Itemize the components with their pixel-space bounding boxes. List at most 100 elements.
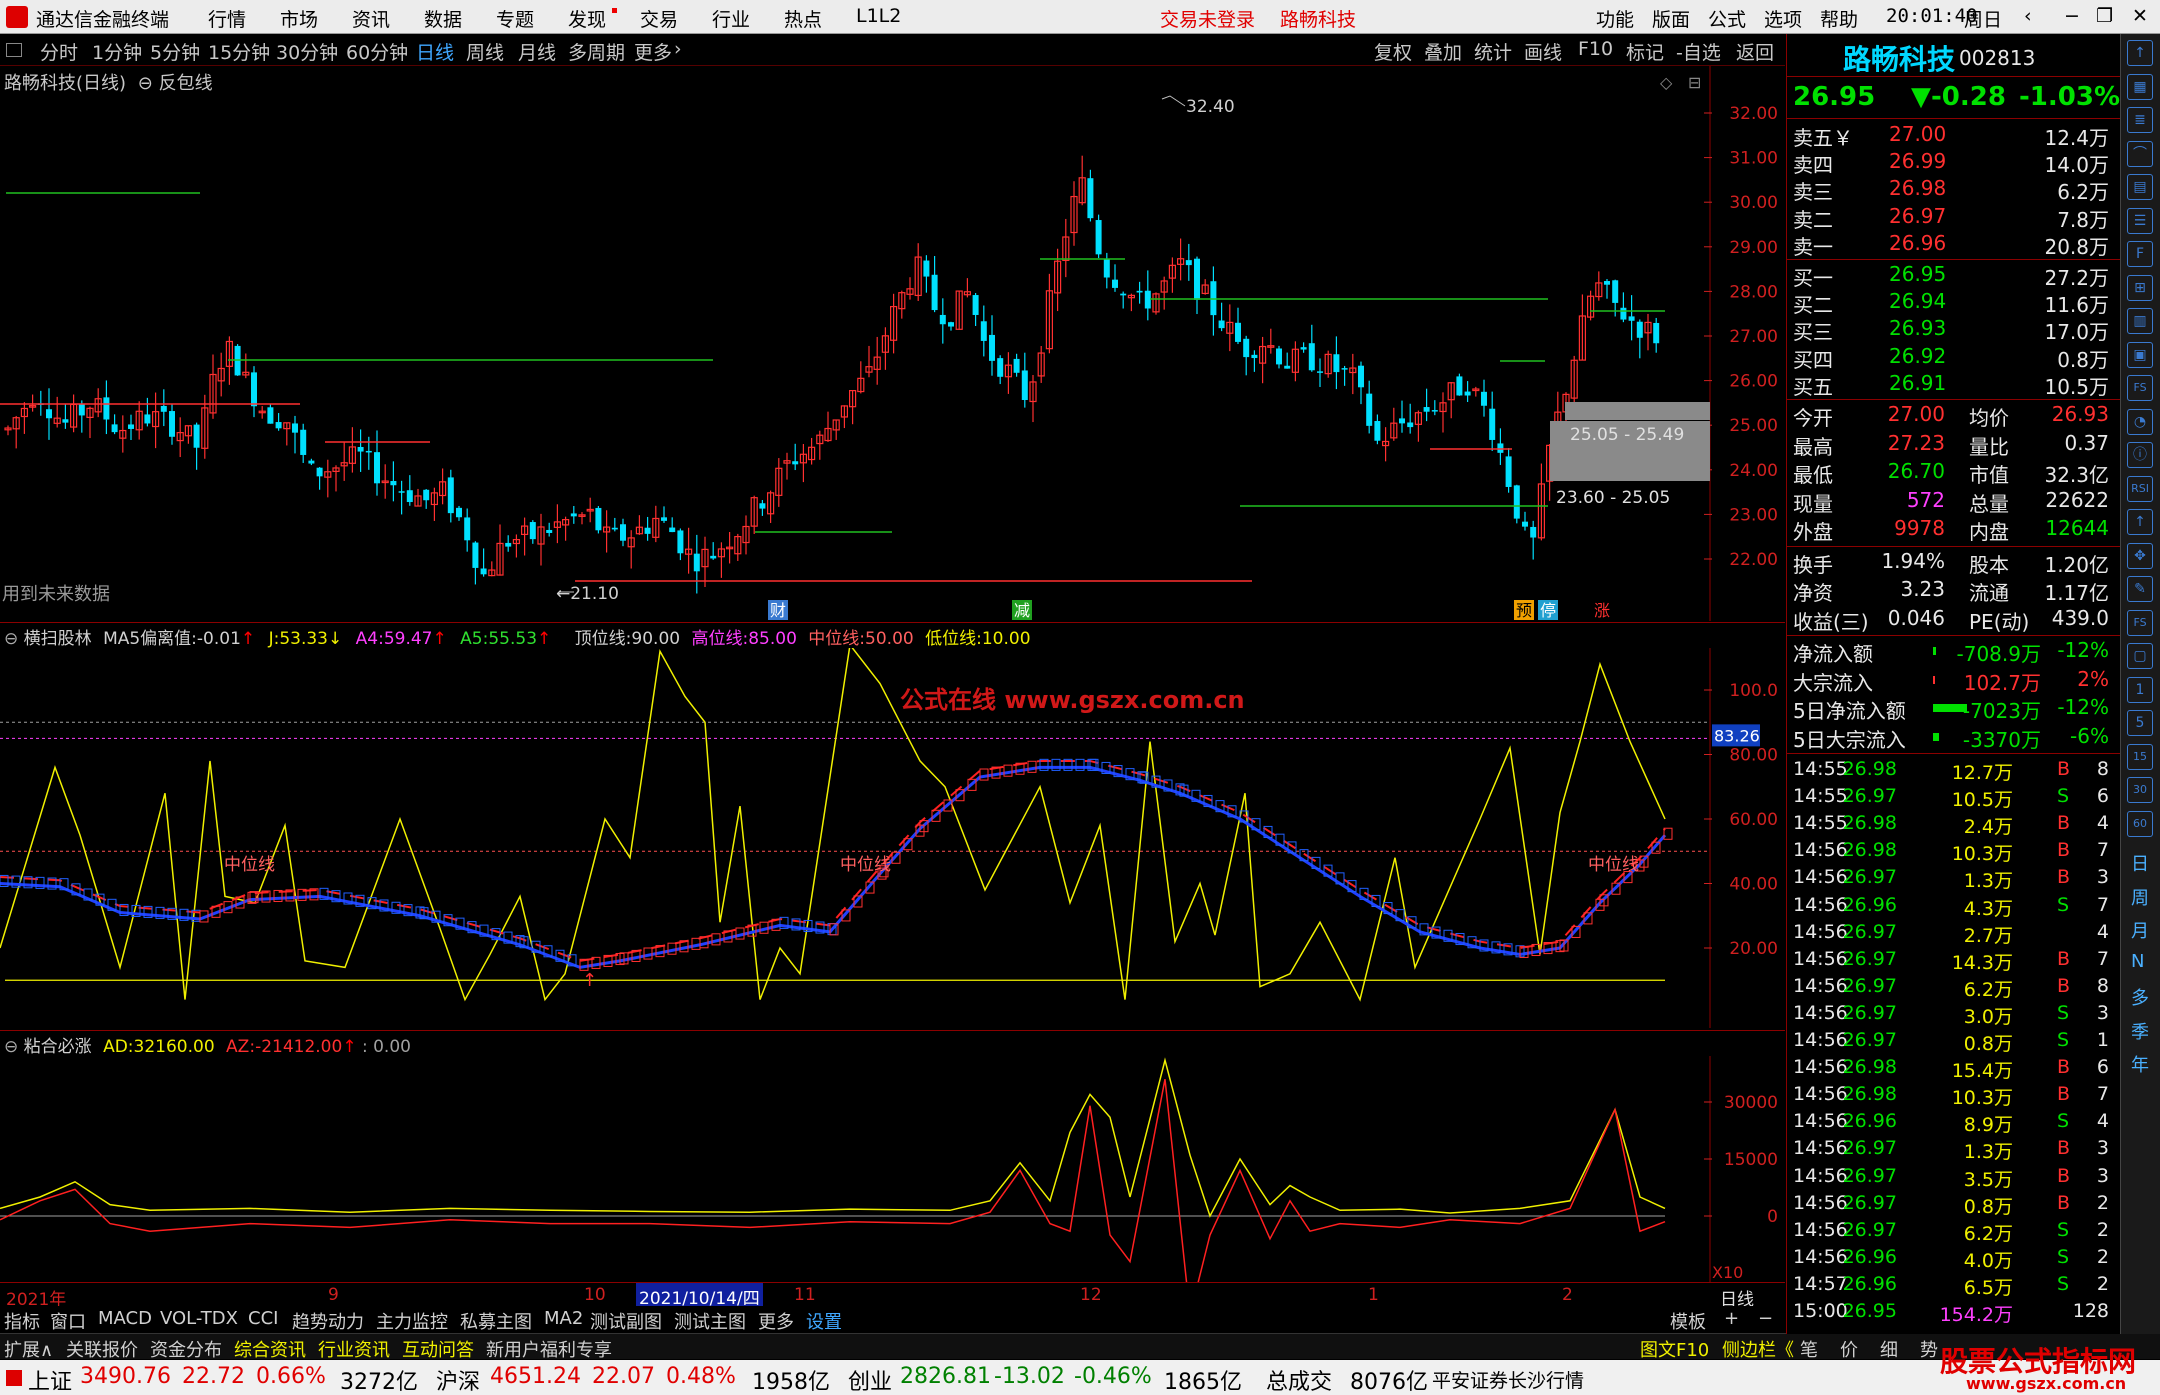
menu-帮助[interactable]: 帮助: [1820, 5, 1858, 32]
panel-toggle-icon[interactable]: [6, 43, 22, 57]
more-chevron-icon[interactable]: ›: [674, 38, 682, 60]
period-日线[interactable]: 日线: [416, 38, 454, 65]
trade-login-status[interactable]: 交易未登录: [1160, 5, 1255, 32]
main-candlestick-chart[interactable]: 32.00 31.00 30.00 29.00 28.00 27.00 26.00 25.00…: [0, 66, 1785, 621]
line-icon[interactable]: ⌒: [2127, 140, 2153, 167]
index-name-上证[interactable]: 上证: [28, 1364, 72, 1395]
fs-icon[interactable]: FS: [2127, 375, 2153, 401]
add-window-button[interactable]: +: [1724, 1308, 1739, 1329]
info-关联报价[interactable]: 关联报价: [66, 1336, 138, 1362]
period-30分钟[interactable]: 30分钟: [276, 38, 338, 65]
indicator2-name[interactable]: 粘合必涨: [24, 1037, 92, 1057]
menu-功能[interactable]: 功能: [1596, 5, 1634, 32]
grid-icon[interactable]: ▤: [2127, 174, 2153, 200]
tab-MA2[interactable]: MA2: [544, 1308, 583, 1329]
num5-icon[interactable]: 5: [2127, 710, 2153, 736]
clock-icon[interactable]: ◔: [2127, 408, 2153, 435]
tab-设置[interactable]: 设置: [806, 1308, 842, 1334]
period-5分钟[interactable]: 5分钟: [150, 38, 200, 65]
square-icon[interactable]: ▢: [2127, 643, 2153, 669]
sidebar-toggle[interactable]: 侧边栏《: [1722, 1336, 1794, 1362]
info-新用户福利[interactable]: 新用户福利专享: [486, 1336, 612, 1362]
tab-主力监控[interactable]: 主力监控: [376, 1308, 448, 1334]
menu-选项[interactable]: 选项: [1764, 5, 1802, 32]
num60-icon[interactable]: 60: [2127, 810, 2153, 837]
tab-价[interactable]: 价: [1840, 1336, 1858, 1362]
indicator1-name[interactable]: 横扫股林: [24, 629, 92, 649]
ask-row[interactable]: 卖三 26.98 6.2万: [1793, 176, 2113, 204]
ask-row[interactable]: 卖五￥ 27.00 12.4万: [1793, 122, 2113, 150]
remove-window-button[interactable]: −: [1758, 1308, 1773, 1329]
doc-icon[interactable]: ▣: [2127, 341, 2153, 368]
period-shortcut-周[interactable]: 周: [2131, 884, 2149, 910]
info-icon[interactable]: ⓘ: [2127, 442, 2153, 468]
tab-MACD[interactable]: MACD: [98, 1308, 152, 1329]
menu-专题[interactable]: 专题: [496, 5, 534, 32]
tab-指标[interactable]: 指标: [4, 1308, 40, 1334]
menu-发现[interactable]: 发现: [568, 5, 606, 32]
menu-热点[interactable]: 热点: [784, 5, 822, 32]
close-icon[interactable]: ✕: [2132, 5, 2148, 27]
bid-row[interactable]: 买四 26.92 0.8万: [1793, 344, 2113, 372]
bid-row[interactable]: 买一 26.95 27.2万: [1793, 262, 2113, 290]
tab-私募主图[interactable]: 私募主图: [460, 1308, 532, 1334]
menu-版面[interactable]: 版面: [1652, 5, 1690, 32]
collapse-icon[interactable]: ⊖: [4, 629, 18, 649]
tool-统计[interactable]: 统计: [1474, 38, 1512, 65]
menu-L1L2[interactable]: L1L2: [856, 5, 901, 27]
period-15分钟[interactable]: 15分钟: [208, 38, 270, 65]
period-shortcut-N[interactable]: N: [2131, 951, 2144, 972]
period-1分钟[interactable]: 1分钟: [92, 38, 142, 65]
period-shortcut-月[interactable]: 月: [2131, 917, 2149, 943]
menu-行情[interactable]: 行情: [208, 5, 246, 32]
up-arrow-icon[interactable]: ↑: [2127, 40, 2153, 66]
tool-画线[interactable]: 画线: [1524, 38, 1562, 65]
restore-icon[interactable]: ❐: [2096, 5, 2113, 27]
chart-icon[interactable]: ▦: [2127, 73, 2153, 100]
period-多周期[interactable]: 多周期: [568, 38, 625, 65]
menu-资讯[interactable]: 资讯: [352, 5, 390, 32]
period-shortcut-多[interactable]: 多: [2131, 984, 2149, 1010]
collapse-icon[interactable]: ⊖: [4, 1037, 18, 1057]
period-60分钟[interactable]: 60分钟: [346, 38, 408, 65]
minimize-icon[interactable]: −: [2064, 5, 2080, 27]
num15-icon[interactable]: 15: [2127, 743, 2153, 770]
bid-row[interactable]: 买五 26.91 10.5万: [1793, 371, 2113, 399]
ask-row[interactable]: 卖四 26.99 14.0万: [1793, 149, 2113, 177]
fs2-icon[interactable]: FS: [2127, 609, 2153, 636]
period-分时[interactable]: 分时: [40, 38, 78, 65]
tool-自选[interactable]: -自选: [1676, 38, 1721, 65]
tool-叠加[interactable]: 叠加: [1424, 38, 1462, 65]
tab-测试主图[interactable]: 测试主图: [674, 1308, 746, 1334]
tab-细[interactable]: 细: [1880, 1336, 1898, 1362]
index-name-沪深[interactable]: 沪深: [436, 1364, 480, 1395]
tab-笔[interactable]: 笔: [1800, 1336, 1818, 1362]
bid-row[interactable]: 买三 26.93 17.0万: [1793, 316, 2113, 344]
info-expand[interactable]: 扩展∧: [4, 1336, 53, 1362]
info-互动问答[interactable]: 互动问答: [402, 1336, 474, 1362]
tab-趋势动力[interactable]: 趋势动力: [292, 1308, 364, 1334]
panel2-icon[interactable]: ▥: [2127, 308, 2153, 334]
template-button[interactable]: 模板: [1670, 1308, 1706, 1334]
menu-市场[interactable]: 市场: [280, 5, 318, 32]
ask-row[interactable]: 卖二 26.97 7.8万: [1793, 204, 2113, 232]
info-资金分布[interactable]: 资金分布: [150, 1336, 222, 1362]
info-综合资讯[interactable]: 综合资讯: [234, 1336, 306, 1362]
arrow-icon[interactable]: ↑: [2127, 509, 2153, 535]
ask-row[interactable]: 卖一 26.96 20.8万: [1793, 231, 2113, 259]
index-name-创业[interactable]: 创业: [848, 1364, 892, 1395]
tool-返回[interactable]: 返回: [1736, 38, 1774, 65]
indicator1-chart[interactable]: 100.0 80.00 60.00 40.00 20.00 83.26 中位线 中位线 中位线 ↑: [0, 648, 1785, 1028]
menu-行业[interactable]: 行业: [712, 5, 750, 32]
info-行业资讯[interactable]: 行业资讯: [318, 1336, 390, 1362]
period-周线[interactable]: 周线: [466, 38, 504, 65]
period-更多[interactable]: 更多: [634, 38, 672, 65]
table-icon[interactable]: ≣: [2127, 107, 2153, 133]
num30-icon[interactable]: 30: [2127, 777, 2153, 803]
period-shortcut-季[interactable]: 季: [2131, 1018, 2149, 1044]
tab-测试副图[interactable]: 测试副图: [590, 1308, 662, 1334]
tab-CCI[interactable]: CCI: [248, 1308, 278, 1329]
move-icon[interactable]: ✥: [2127, 542, 2153, 569]
menu-公式[interactable]: 公式: [1708, 5, 1746, 32]
tool-标记[interactable]: 标记: [1626, 38, 1664, 65]
